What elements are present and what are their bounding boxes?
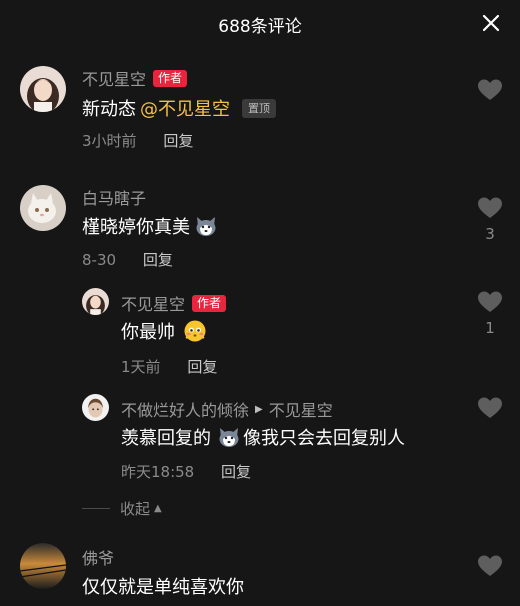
- comments-panel: 688条评论 不见星空 作者 新动态 @不见星空 置顶 3小时前 回复 白马瞎子…: [0, 0, 520, 606]
- like-button[interactable]: 1: [477, 290, 503, 337]
- close-button[interactable]: [482, 14, 500, 32]
- username[interactable]: 佛爷: [82, 545, 114, 569]
- pinned-badge: 置顶: [242, 98, 276, 118]
- blushing-emoji-icon: [183, 319, 207, 343]
- comments-header: 688条评论: [0, 0, 520, 46]
- husky-emoji-icon: [217, 425, 241, 449]
- avatar[interactable]: [20, 543, 66, 589]
- heart-icon: [478, 291, 502, 312]
- heart-icon: [478, 79, 502, 100]
- like-count: 1: [485, 319, 495, 337]
- husky-emoji-icon: [194, 214, 218, 238]
- avatar[interactable]: [82, 394, 109, 421]
- comment-text: 羡慕回复的 像我只会去回复别人: [121, 424, 405, 450]
- heart-icon: [478, 197, 502, 218]
- comment-text: 仅仅就是单纯喜欢你: [82, 577, 244, 598]
- reply-button[interactable]: 回复: [163, 132, 193, 150]
- collapse-label: 收起: [120, 500, 151, 518]
- comment-text: 新动态 @不见星空 置顶: [82, 95, 276, 121]
- comment-time: 8-30: [82, 251, 117, 269]
- heart-icon: [478, 397, 502, 418]
- comment-time: 3小时前: [82, 132, 137, 150]
- like-button[interactable]: [477, 396, 503, 420]
- comment-time: 1天前: [121, 358, 161, 376]
- comment-text: 槿晓婷你真美: [82, 213, 218, 239]
- reply-to-username[interactable]: 不见星空: [269, 397, 333, 421]
- username[interactable]: 不见星空: [121, 291, 185, 315]
- close-icon: [482, 14, 500, 32]
- reply-button[interactable]: 回复: [187, 358, 217, 376]
- reply-button[interactable]: 回复: [221, 463, 251, 481]
- heart-icon: [478, 555, 502, 576]
- username[interactable]: 不做烂好人的倾徐: [121, 397, 249, 421]
- author-badge: 作者: [192, 294, 227, 312]
- like-button[interactable]: [477, 78, 503, 102]
- divider: [82, 508, 110, 509]
- like-button[interactable]: [477, 554, 503, 578]
- avatar[interactable]: [82, 288, 109, 315]
- avatar[interactable]: [20, 66, 66, 112]
- play-arrow-icon: ▶: [255, 403, 263, 415]
- like-count: 3: [485, 225, 495, 243]
- avatar[interactable]: [20, 185, 66, 231]
- like-button[interactable]: 3: [477, 196, 503, 243]
- author-badge: 作者: [153, 69, 188, 87]
- username[interactable]: 不见星空: [82, 66, 146, 90]
- comment-count-title: 688条评论: [218, 17, 302, 37]
- mention-link[interactable]: @不见星空: [140, 95, 230, 121]
- username[interactable]: 白马瞎子: [82, 185, 146, 209]
- collapse-replies-button[interactable]: 收起 ▲: [82, 498, 162, 519]
- comment-time: 昨天18:58: [121, 463, 195, 481]
- reply-button[interactable]: 回复: [143, 251, 173, 269]
- comment-text: 你最帅: [121, 318, 207, 344]
- caret-up-icon: ▲: [154, 503, 162, 514]
